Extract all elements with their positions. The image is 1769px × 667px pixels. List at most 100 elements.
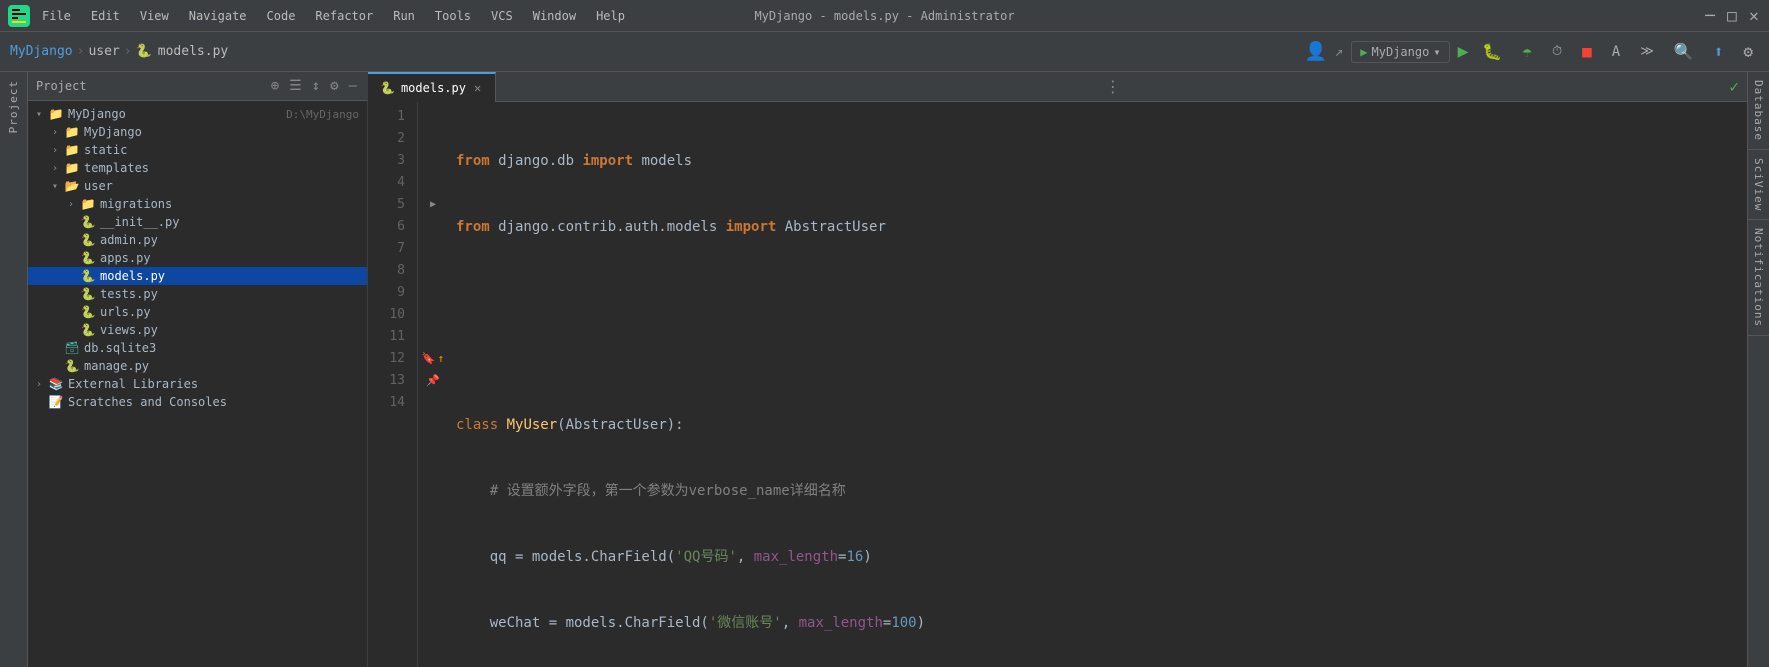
breadcrumb-root[interactable]: MyDjango (10, 44, 73, 59)
profile-button[interactable]: ⏱ (1546, 40, 1568, 63)
tab-file-icon: 🐍 (380, 81, 395, 95)
code-line-2: from django.contrib.auth.models import A… (456, 216, 1747, 238)
run-config-icon: ▶ (1360, 45, 1367, 59)
menu-edit[interactable]: Edit (87, 7, 124, 25)
project-panel-label[interactable]: Project (7, 80, 20, 133)
tree-item-manage-py[interactable]: 🐍 manage.py (28, 357, 367, 375)
code-line-8: weChat = models.CharField('微信账号', max_le… (456, 612, 1747, 634)
search-button[interactable]: 🔍 (1668, 38, 1700, 65)
sidebar-header: Project ⊕ ☰ ↕ ⚙ — (28, 72, 367, 101)
menu-view[interactable]: View (136, 7, 173, 25)
editor-area: 🐍 models.py ✕ ⋮ ✓ 1 2 3 4 5 6 7 8 9 10 (368, 72, 1747, 667)
debug-button[interactable]: 🐛 (1476, 38, 1508, 65)
translate-button[interactable]: A (1606, 40, 1626, 64)
menu-vcs[interactable]: VCS (487, 7, 517, 25)
run-config-dropdown-icon: ▾ (1433, 45, 1440, 59)
code-line-3 (456, 282, 1747, 304)
layout-icon[interactable]: ☰ (287, 76, 304, 96)
pycharm-icon (8, 5, 30, 27)
menu-tools[interactable]: Tools (431, 7, 475, 25)
tree-item-templates[interactable]: › 📁 templates (28, 159, 367, 177)
main-layout: Project Project ⊕ ☰ ↕ ⚙ — ▾ 📁 MyDjango D… (0, 72, 1769, 667)
tree-item-views-py[interactable]: 🐍 views.py (28, 321, 367, 339)
maximize-button[interactable]: □ (1725, 9, 1739, 23)
menu-navigate[interactable]: Navigate (185, 7, 251, 25)
toolbar: MyDjango › user › 🐍 models.py 👤 ↗ ▶ MyDj… (0, 32, 1769, 72)
tree-item-models-py[interactable]: 🐍 models.py (28, 267, 367, 285)
menu-refactor[interactable]: Refactor (311, 7, 377, 25)
tree-item-external-libs[interactable]: › 📚 External Libraries (28, 375, 367, 393)
tab-filename: models.py (401, 81, 466, 95)
menu-code[interactable]: Code (263, 7, 300, 25)
notifications-panel-button[interactable]: Notifications (1748, 220, 1769, 336)
sidebar-title: Project (36, 79, 263, 93)
tab-models-py[interactable]: 🐍 models.py ✕ (368, 72, 496, 102)
tab-close-button[interactable]: ✕ (472, 81, 483, 95)
tree-item-tests-py[interactable]: 🐍 tests.py (28, 285, 367, 303)
tree-item-static[interactable]: › 📁 static (28, 141, 367, 159)
locate-icon[interactable]: ⊕ (269, 76, 281, 96)
window-controls: ─ □ ✕ (1703, 9, 1761, 23)
tree-item-apps-py[interactable]: 🐍 apps.py (28, 249, 367, 267)
code-line-7: qq = models.CharField('QQ号码', max_length… (456, 546, 1747, 568)
sort-icon[interactable]: ↕ (310, 76, 322, 96)
database-panel-button[interactable]: Database (1748, 72, 1769, 150)
tree-item-mydjango-root[interactable]: ▾ 📁 MyDjango D:\MyDjango (28, 105, 367, 123)
stop-button[interactable]: ■ (1576, 38, 1598, 65)
file-status-checkmark: ✓ (1729, 77, 1739, 96)
menu-bar[interactable]: File Edit View Navigate Code Refactor Ru… (38, 7, 629, 25)
minimize-button[interactable]: ─ (1703, 9, 1717, 23)
sidebar-minimize-icon[interactable]: — (347, 76, 359, 96)
tree-item-scratches[interactable]: 📝 Scratches and Consoles (28, 393, 367, 411)
code-line-5: class MyUser(AbstractUser): (456, 414, 1747, 436)
code-content[interactable]: from django.db import models from django… (448, 102, 1747, 667)
code-line-1: from django.db import models (456, 150, 1747, 172)
close-button[interactable]: ✕ (1747, 9, 1761, 23)
user-icon[interactable]: 👤 (1304, 41, 1326, 62)
settings-icon[interactable]: ⚙ (1737, 38, 1759, 65)
arrow-icon: ↑ (438, 348, 445, 370)
breadcrumb-folder[interactable]: user (88, 44, 119, 59)
tree-item-admin-py[interactable]: 🐍 admin.py (28, 231, 367, 249)
breadcrumb-file[interactable]: models.py (158, 44, 228, 59)
tab-menu-button[interactable]: ⋮ (1097, 77, 1129, 96)
menu-help[interactable]: Help (592, 7, 629, 25)
menu-window[interactable]: Window (529, 7, 580, 25)
tree-item-user[interactable]: ▾ 📂 user (28, 177, 367, 195)
sciview-panel-button[interactable]: SciView (1748, 150, 1769, 220)
tab-bar: 🐍 models.py ✕ ⋮ ✓ (368, 72, 1747, 102)
bookmark-icon: 🔖 (422, 348, 436, 370)
code-line-4 (456, 348, 1747, 370)
py-file-icon: 🐍 (136, 44, 152, 59)
tree-item-db-sqlite3[interactable]: 🗃 db.sqlite3 (28, 339, 367, 357)
breadcrumb: MyDjango › user › 🐍 models.py (10, 44, 1298, 59)
breadcrumb-sep1: › (77, 44, 85, 59)
line-numbers: 1 2 3 4 5 6 7 8 9 10 11 12 13 14 (368, 102, 418, 667)
title-bar: File Edit View Navigate Code Refactor Ru… (0, 0, 1769, 32)
run-config-label: MyDjango (1372, 45, 1430, 59)
left-panel: Project (0, 72, 28, 667)
breadcrumb-sep2: › (124, 44, 132, 59)
pin-icon: 📌 (426, 370, 440, 392)
code-line-6: # 设置额外字段，第一个参数为verbose_name详细名称 (456, 480, 1747, 502)
run-config-dropdown[interactable]: ▶ MyDjango ▾ (1351, 41, 1449, 63)
menu-run[interactable]: Run (389, 7, 419, 25)
tree-item-urls-py[interactable]: 🐍 urls.py (28, 303, 367, 321)
expand-icon[interactable]: ↗ (1335, 44, 1343, 60)
tree-item-migrations[interactable]: › 📁 migrations (28, 195, 367, 213)
right-panels: Database SciView Notifications (1747, 72, 1769, 667)
toolbar-right: 👤 ↗ ▶ MyDjango ▾ ▶ 🐛 ☂ ⏱ ■ A ≫ 🔍 ⬆ ⚙ (1304, 38, 1759, 65)
project-tree: ▾ 📁 MyDjango D:\MyDjango › 📁 MyDjango › … (28, 101, 367, 667)
more-actions-button[interactable]: ≫ (1634, 40, 1660, 63)
line-gutter: ▶ 🔖 ↑ 📌 (418, 102, 448, 667)
sidebar-settings-icon[interactable]: ⚙ (328, 76, 340, 96)
sidebar: Project ⊕ ☰ ↕ ⚙ — ▾ 📁 MyDjango D:\MyDjan… (28, 72, 368, 667)
code-editor[interactable]: 1 2 3 4 5 6 7 8 9 10 11 12 13 14 (368, 102, 1747, 667)
run-button[interactable]: ▶ (1458, 41, 1469, 62)
tree-item-mydjango-sub[interactable]: › 📁 MyDjango (28, 123, 367, 141)
update-button[interactable]: ⬆ (1708, 38, 1730, 65)
coverage-button[interactable]: ☂ (1516, 38, 1538, 65)
sidebar-toolbar: ⊕ ☰ ↕ ⚙ — (269, 76, 359, 96)
menu-file[interactable]: File (38, 7, 75, 25)
tree-item-init-py[interactable]: 🐍 __init__.py (28, 213, 367, 231)
